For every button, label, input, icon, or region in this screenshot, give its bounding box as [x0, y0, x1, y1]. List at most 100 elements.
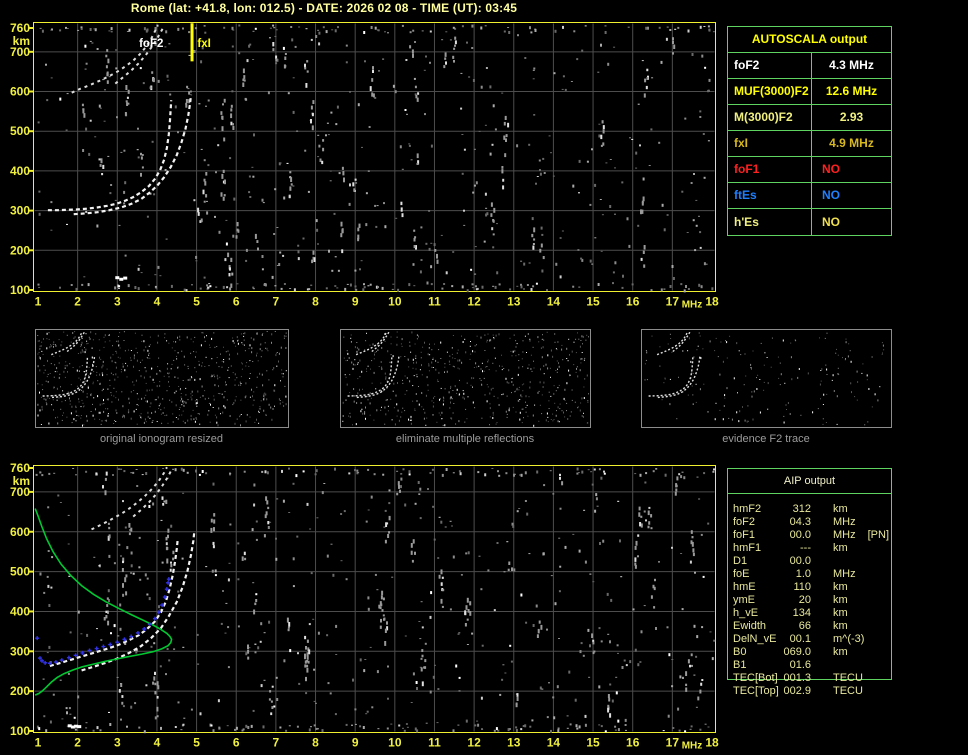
x-axis-tick-label: 9	[352, 736, 359, 750]
aip-row-fof2: foF2 04.3 MHz	[733, 516, 889, 529]
aip-unit: km	[833, 594, 848, 606]
aip-unit: km	[833, 607, 848, 619]
thumbnail-eliminate-reflections	[340, 329, 591, 428]
y-axis-tick-label: 200	[10, 684, 30, 698]
table-row-ftes: ftEs NO	[728, 183, 891, 209]
hpes-value: NO	[822, 215, 840, 229]
x-axis-tick-label: 7	[273, 295, 280, 309]
x-axis-tick-label: 13	[507, 736, 521, 750]
x-axis-tick-label: 18	[705, 736, 719, 750]
aip-row-tec-bot-: TEC[Bot] 001.3 TECU	[733, 672, 889, 685]
y-axis-tick-label: 400	[10, 604, 30, 618]
aip-row-hme: hmE 110 km	[733, 581, 889, 594]
aip-val: 1.0	[795, 568, 811, 580]
y-axis-unit-label: km	[13, 34, 30, 48]
aip-val: 00.0	[789, 555, 811, 567]
aip-label: foF2	[733, 516, 756, 528]
aip-unit: km	[833, 646, 848, 658]
aip-label: D1	[733, 555, 748, 567]
x-axis-tick-label: 18	[705, 295, 719, 309]
aip-label: DelN_vE	[733, 633, 777, 645]
ftes-value: NO	[822, 188, 840, 202]
aip-row-fof1: foF1 00.0 MHz [PN]	[733, 529, 889, 542]
aip-val: 20	[798, 594, 811, 606]
aip-unit: MHz	[833, 529, 856, 541]
y-axis-tick-label: 600	[10, 85, 30, 99]
ionogram-plot-bottom: 1 2 3 4 5 6 7 8 9 10 11 12 13 14 15 16 17 18MHz7607006005…	[10, 461, 719, 751]
aip-label: hmF1	[733, 542, 762, 554]
aip-label: ymE	[733, 594, 755, 606]
ftes-label: ftEs	[728, 183, 812, 208]
aip-row-h-ve: h_vE 134 km	[733, 607, 889, 620]
y-axis-tick-label: 500	[10, 565, 30, 579]
aip-val: 01.6	[789, 659, 811, 671]
x-axis-tick-label: 3	[114, 295, 121, 309]
aip-val: 04.3	[789, 516, 811, 528]
aip-unit: km	[833, 581, 848, 593]
aip-label: B1	[733, 659, 747, 671]
aip-unit: MHz	[833, 516, 856, 528]
x-axis-tick-label: 9	[352, 295, 359, 309]
x-axis-unit-label: MHz	[682, 300, 703, 311]
y-axis-tick-label: 300	[10, 204, 30, 218]
aip-unit: TECU	[833, 685, 863, 697]
table-row-m3000f2: M(3000)F2 2.93	[728, 105, 891, 131]
thumbnail-caption-evidence: evidence F2 trace	[722, 433, 810, 445]
aip-unit: TECU	[833, 672, 863, 684]
x-axis-tick-label: 3	[114, 736, 121, 750]
fof2-label: foF2	[728, 53, 812, 78]
thumbnail-evidence-f2-trace	[641, 329, 892, 428]
muf3000f2-value: 12.6 MHz	[825, 84, 878, 98]
aip-label: foE	[733, 568, 750, 580]
table-row-fof2: foF2 4.3 MHz	[728, 53, 891, 79]
aip-row-deln-ve: DelN_vE 00.1 m^(-3)	[733, 633, 889, 646]
aip-row-tec-top-: TEC[Top] 002.9 TECU	[733, 685, 889, 698]
aip-val: 002.9	[783, 685, 811, 697]
muf3000f2-label: MUF(3000)F2	[728, 79, 812, 104]
y-axis-tick-label: 100	[10, 283, 30, 297]
y-axis-tick-label: 600	[10, 525, 30, 539]
aip-row-d1: D1 00.0	[733, 555, 889, 568]
table-row-fxi: fxI 4.9 MHz	[728, 131, 891, 157]
x-axis-unit-label: MHz	[682, 741, 703, 752]
aip-extra: [PN]	[867, 529, 890, 541]
ionogram-plot-top: foF2 fxI1 2 3 4 5 6 7 8 9 10 11 12 13 14 15 16 17 18MHz760…	[10, 21, 719, 311]
y-axis-tick-label: 400	[10, 164, 30, 178]
y-axis-tick-label: 760	[10, 461, 30, 475]
aip-val: 110	[793, 581, 811, 593]
x-axis-tick-label: 14	[547, 295, 561, 309]
fxi-label: fxI	[728, 131, 812, 156]
x-axis-tick-label: 12	[467, 736, 481, 750]
x-axis-tick-label: 10	[388, 295, 402, 309]
x-axis-tick-label: 11	[428, 736, 441, 750]
aip-val: 66	[798, 620, 811, 632]
plot-border	[33, 465, 716, 733]
aip-row-yme: ymE 20 km	[733, 594, 889, 607]
y-axis-tick-label: 100	[10, 724, 30, 738]
x-axis-tick-label: 13	[507, 295, 521, 309]
x-axis-tick-label: 5	[193, 295, 200, 309]
table-row-fof1: foF1 NO	[728, 157, 891, 183]
autoscala-output-table: AUTOSCALA output foF2 4.3 MHz MUF(3000)F…	[727, 26, 892, 236]
y-axis-tick-label: 760	[10, 21, 30, 35]
aip-label: foF1	[733, 529, 756, 541]
x-axis-tick-label: 15	[586, 295, 600, 309]
aip-label: TEC[Bot]	[733, 672, 778, 684]
x-axis-tick-label: 8	[312, 736, 319, 750]
aip-table-title: AIP output	[783, 475, 836, 487]
x-axis-tick-label: 12	[467, 295, 481, 309]
aip-val: 001.3	[783, 672, 811, 684]
fof1-label: foF1	[728, 157, 812, 182]
y-axis-tick-label: 300	[10, 644, 30, 658]
thumbnail-original-ionogram	[35, 329, 289, 428]
aip-row-hmf2: hmF2 312 km	[733, 503, 889, 516]
aip-parameter-list: hmF2 312 km foF2 04.3 MHz foF1 00.0 MHz [PN] hmF1 -…	[733, 503, 889, 698]
plot-border	[33, 22, 716, 292]
y-axis-tick-label: 200	[10, 243, 30, 257]
thumbnail-caption-eliminate: eliminate multiple reflections	[395, 433, 535, 445]
table-row-muf3000f2: MUF(3000)F2 12.6 MHz	[728, 79, 891, 105]
x-axis-tick-label: 1	[35, 736, 42, 750]
fof1-value: NO	[822, 162, 840, 176]
aip-row-foe: foE 1.0 MHz	[733, 568, 889, 581]
y-axis-unit-label: km	[13, 474, 30, 488]
